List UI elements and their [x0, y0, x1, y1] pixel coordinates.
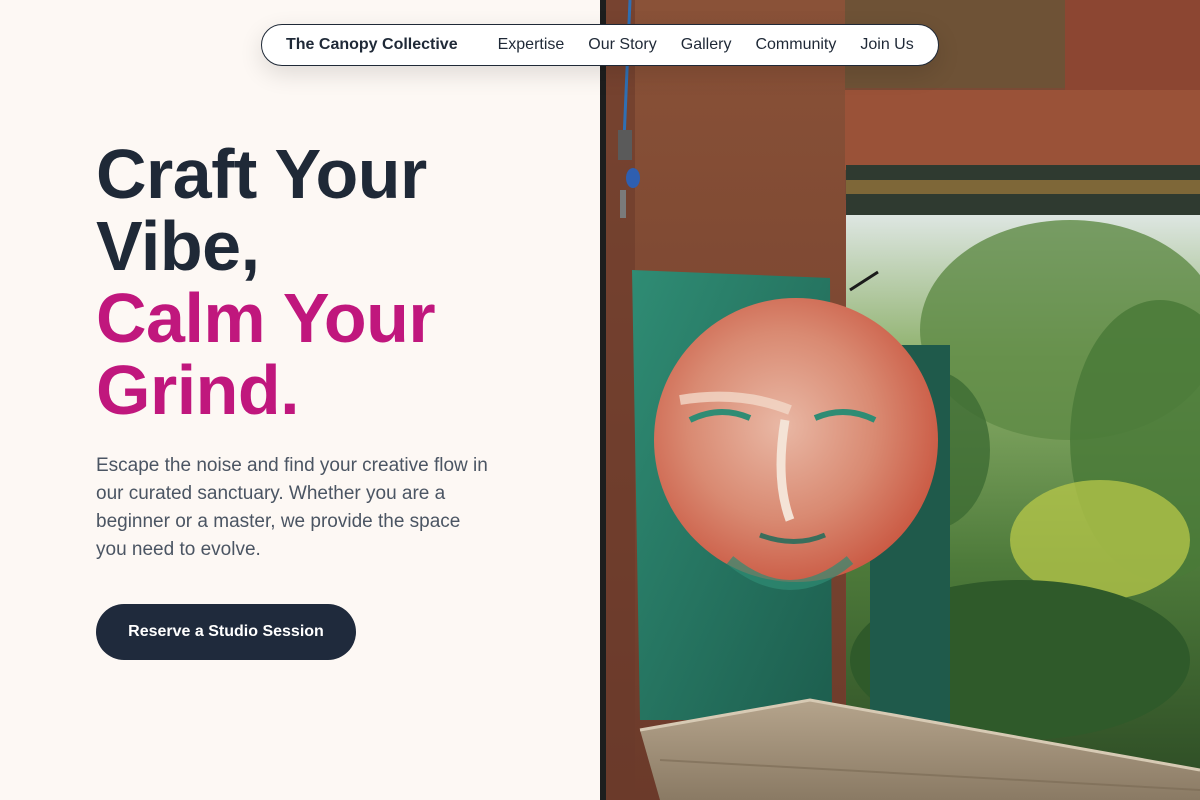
- hero-image: [600, 0, 1200, 800]
- hero-content: Craft Your Vibe, Calm Your Grind. Escape…: [96, 138, 566, 564]
- hero-title-line-2: Vibe,: [96, 207, 260, 285]
- nav-link-join-us[interactable]: Join Us: [860, 36, 913, 54]
- hero-photo-illustration: [600, 0, 1200, 800]
- reserve-session-button[interactable]: Reserve a Studio Session: [96, 604, 356, 660]
- nav-link-gallery[interactable]: Gallery: [681, 36, 732, 54]
- hero-title-line-4: Grind.: [96, 351, 300, 429]
- hero-title: Craft Your Vibe, Calm Your Grind.: [96, 138, 566, 426]
- nav-link-our-story[interactable]: Our Story: [588, 36, 656, 54]
- hero-title-line-3: Calm Your: [96, 279, 436, 357]
- brand-logo[interactable]: The Canopy Collective: [286, 36, 458, 54]
- nav-link-expertise[interactable]: Expertise: [498, 36, 565, 54]
- hero-description: Escape the noise and find your creative …: [96, 455, 488, 560]
- hero-title-line-1: Craft Your: [96, 135, 427, 213]
- nav-link-community[interactable]: Community: [755, 36, 836, 54]
- top-nav: The Canopy Collective Expertise Our Stor…: [261, 24, 939, 66]
